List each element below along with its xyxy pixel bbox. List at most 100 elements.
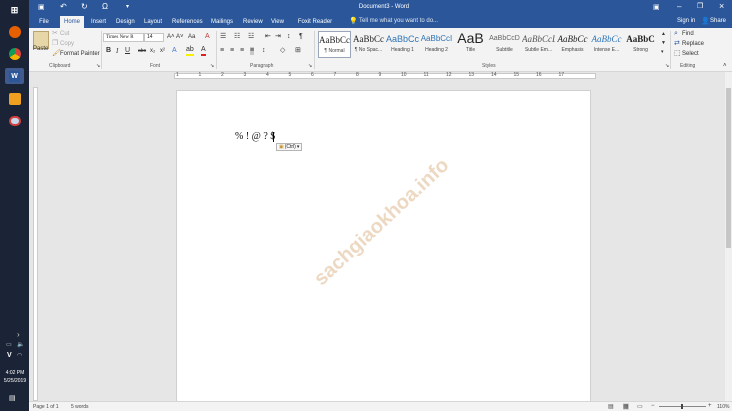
clock-date[interactable]: 5/25/2019	[1, 378, 29, 384]
tab-insert[interactable]: Insert	[88, 16, 108, 28]
replace-button[interactable]: Replace	[682, 40, 704, 48]
copy-icon[interactable]: ❐	[52, 40, 58, 48]
zoom-out-icon[interactable]: −	[651, 403, 655, 409]
paste-options-button[interactable]: ▣ (Ctrl) ▾	[276, 143, 303, 151]
style-heading-2[interactable]: AaBbCcI Heading 2	[420, 31, 453, 58]
italic-icon[interactable]: I	[116, 47, 118, 55]
tab-design[interactable]: Design	[113, 16, 135, 28]
zoom-in-icon[interactable]: +	[708, 403, 712, 409]
underline-icon[interactable]: U	[125, 47, 130, 55]
justify-icon[interactable]: ≡	[250, 47, 255, 55]
clock-time[interactable]: 4:02 PM	[3, 370, 27, 376]
close-icon[interactable]: ×	[719, 1, 724, 11]
superscript-icon[interactable]: x²	[160, 47, 165, 55]
chevron-right-icon[interactable]: ›	[17, 330, 20, 339]
shrink-font-icon[interactable]: A˅	[176, 33, 184, 41]
tab-review[interactable]: Review	[240, 16, 263, 28]
replace-icon[interactable]: ⇄	[674, 40, 680, 48]
zoom-level[interactable]: 110%	[717, 404, 729, 410]
tab-foxit[interactable]: Foxit Reader PDF	[291, 16, 339, 37]
tab-references[interactable]: References	[169, 16, 203, 28]
subscript-icon[interactable]: x₂	[150, 47, 155, 55]
sort-icon[interactable]: ↕	[287, 33, 291, 41]
document-page[interactable]: % ! @ ? $ ▣ (Ctrl) ▾ sachgiaokhoa.info	[176, 90, 591, 411]
clipboard-launcher-icon[interactable]: ↘	[96, 62, 100, 70]
format-painter-button[interactable]: Format Painter	[60, 50, 100, 58]
align-left-icon[interactable]: ≡	[220, 47, 224, 55]
cut-icon[interactable]: ✂	[52, 30, 58, 38]
style-subtle-emphasis[interactable]: AaBbCcL Subtle Em...	[522, 31, 555, 58]
multilevel-list-icon[interactable]: ☳	[248, 33, 254, 41]
input-language[interactable]: V	[7, 352, 12, 359]
change-case-icon[interactable]: Aa	[188, 33, 195, 41]
shading-icon[interactable]: ◇	[280, 47, 285, 55]
style-heading-1[interactable]: AaBbCc Heading 1	[386, 31, 419, 58]
tab-layout[interactable]: Layout	[141, 16, 163, 28]
find-icon[interactable]: ⌕	[674, 30, 678, 38]
wifi-icon[interactable]: ◠	[17, 352, 22, 359]
paragraph-launcher-icon[interactable]: ↘	[308, 62, 312, 70]
font-size-select[interactable]: 14	[144, 33, 164, 42]
style-normal[interactable]: AaBbCc ¶ Normal	[318, 31, 351, 58]
restore-icon[interactable]: ❐	[697, 2, 703, 10]
redo-icon[interactable]: ↻	[81, 2, 88, 11]
style-intense-emphasis[interactable]: AaBbCc Intense E...	[590, 31, 623, 58]
style-emphasis[interactable]: AaBbCc Emphasis	[556, 31, 589, 58]
notification-icon[interactable]: ▤	[9, 394, 16, 402]
style-strong[interactable]: AaBbC Strong	[624, 31, 657, 58]
save-icon[interactable]: ▣	[38, 3, 45, 11]
font-name-select[interactable]: Times New R	[103, 33, 144, 42]
firefox-icon[interactable]	[5, 24, 24, 40]
copy-button[interactable]: Copy	[60, 40, 74, 48]
symbol-omega-icon[interactable]: Ω	[102, 2, 108, 11]
scrollbar-thumb[interactable]	[726, 88, 731, 248]
volume-icon[interactable]: 🔈	[17, 341, 24, 348]
ribbon-display-icon[interactable]: ▣	[653, 3, 660, 11]
bold-icon[interactable]: B	[106, 47, 111, 55]
clear-formatting-icon[interactable]: A	[205, 33, 210, 41]
text-effects-icon[interactable]: A	[172, 47, 177, 55]
customize-qat-icon[interactable]: ▾	[126, 3, 129, 10]
styles-scroll-down-icon[interactable]: ▼	[661, 39, 666, 47]
collapse-ribbon-icon[interactable]: ˄	[723, 62, 727, 70]
style-no-spacing[interactable]: AaBbCc ¶ No Spac...	[352, 31, 385, 58]
windows-start-icon[interactable]: ⊞	[5, 2, 24, 18]
vertical-scrollbar[interactable]	[725, 72, 732, 401]
style-title[interactable]: AaB Title	[454, 31, 487, 58]
vertical-ruler[interactable]	[33, 87, 38, 401]
styles-more-icon[interactable]: ▾	[661, 48, 664, 56]
show-formatting-icon[interactable]: ¶	[299, 33, 303, 41]
line-spacing-icon[interactable]: ↕	[262, 47, 266, 55]
styles-scroll-up-icon[interactable]: ▲	[661, 30, 666, 38]
bullets-icon[interactable]: ☰	[220, 33, 226, 41]
share-icon[interactable]: 👤	[701, 17, 710, 25]
word-icon[interactable]: W	[5, 68, 24, 84]
highlight-icon[interactable]: ab	[186, 46, 194, 56]
decrease-indent-icon[interactable]: ⇤	[265, 33, 271, 41]
chrome-icon[interactable]	[5, 46, 24, 62]
font-color-icon[interactable]: A	[201, 46, 206, 56]
strikethrough-icon[interactable]: abc	[138, 47, 146, 55]
styles-launcher-icon[interactable]: ↘	[665, 62, 669, 70]
tab-mailings[interactable]: Mailings	[208, 16, 234, 28]
word-count[interactable]: 5 words	[71, 404, 89, 410]
tab-home[interactable]: Home	[60, 16, 84, 28]
page-count[interactable]: Page 1 of 1	[33, 404, 59, 410]
align-center-icon[interactable]: ≡	[230, 47, 234, 55]
cut-button[interactable]: Cut	[60, 30, 69, 38]
align-right-icon[interactable]: ≡	[240, 47, 244, 55]
minimize-icon[interactable]: –	[677, 2, 681, 11]
horizontal-ruler[interactable]: 1 1 2 3 4 5 6 7 8 9 10 11 12 13 14 15 16 17	[29, 72, 732, 80]
find-button[interactable]: Find	[682, 30, 694, 38]
document-text[interactable]: % ! @ ? $	[235, 131, 275, 142]
borders-icon[interactable]: ⊞	[295, 47, 301, 55]
grow-font-icon[interactable]: A˄	[167, 33, 175, 41]
read-mode-icon[interactable]: ▤	[608, 403, 614, 410]
select-icon[interactable]: ⬚	[674, 50, 681, 58]
app-orange-icon[interactable]	[5, 91, 24, 107]
sign-in-link[interactable]: Sign in	[677, 18, 695, 24]
undo-icon[interactable]: ↶	[60, 2, 67, 11]
tab-view[interactable]: View	[268, 16, 286, 28]
share-button[interactable]: Share	[710, 18, 726, 24]
tell-me-input[interactable]: Tell me what you want to do...	[359, 18, 438, 24]
